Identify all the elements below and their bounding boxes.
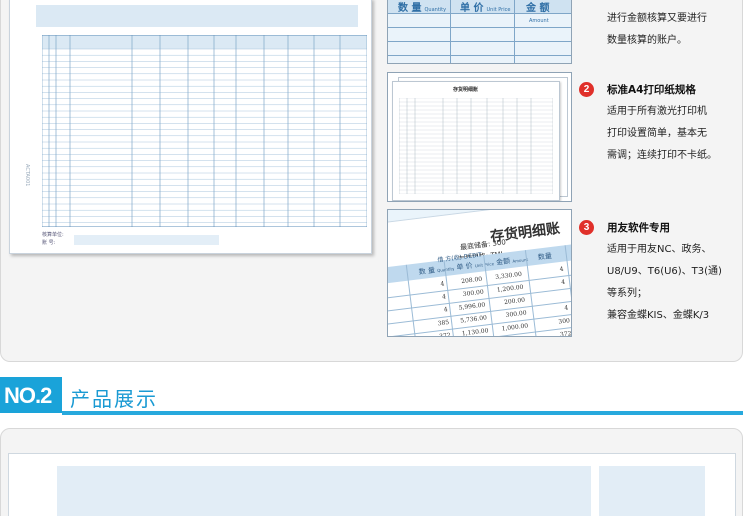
feature-3-number-badge: 3 [579,220,594,235]
form-side-label: ACTA001 [24,164,30,187]
section-2-header: NO.2 产品展示 [0,375,743,419]
ledger-cell-bal: 300 [558,317,571,326]
form-table [42,35,367,227]
row-divider [388,27,571,28]
ledger-cell-amount: 3,330.00 [494,270,523,281]
qty2-label: 数量 [537,252,553,262]
ledger-cell-qty: 385 [437,319,450,328]
product-sheet-block [599,466,705,516]
feature-panel: ACTA001 核算单位: 账 号: 数 量 Quantity 单 价 Unit P… [0,0,743,362]
ledger-cell-price: 208.00 [460,275,483,286]
grid-header-band [42,35,367,49]
a4-paper-thumbnail: 存货明细账 [387,72,572,202]
form-grid [42,35,367,227]
paper-sheet-front: 存货明细账 [392,81,560,201]
feature-2-line: 需调；连续打印不卡纸。 [607,150,717,161]
row-divider [388,55,571,56]
product-sheet-image [8,453,736,516]
ledger-cell-price: 5,996.00 [458,301,486,312]
feature-3-line: U8/U9、T6(U6)、T3(通) [607,266,722,277]
form-footer-bar [74,235,219,245]
section-number: NO.2 [4,383,52,408]
feature-3-line: 兼容金蝶KIS、金蝶K/3 [607,310,710,321]
col-quantity: 数 量 Quantity [398,3,447,14]
ledger-cell-qty: 4 [440,280,445,288]
feature-1-line: 三个专栏。适用于既要 [607,0,707,8]
columns-thumbnail: 数 量 Quantity 单 价 Unit Price 金 额Amount [387,0,572,64]
feature-1-line: 进行金额核算又要进行 [607,13,707,24]
ledger-cell-bal: 4 [559,265,564,274]
ledger-cell-amount: 1,200.00 [496,283,524,294]
product-showcase-panel [0,428,743,516]
columns-header: 数 量 Quantity 单 价 Unit Price 金 额Amount [388,0,571,24]
feature-3-title: 用友软件专用 [607,222,670,234]
ledger-cell-qty: 4 [443,306,448,314]
ledger-form-image: ACTA001 核算单位: 账 号: [9,0,372,254]
ledger-cell-bal: 4 [564,304,569,312]
ledger-cell-bal: 4 [560,278,566,286]
feature-2-line: 打印设置简单，基本无 [607,128,707,139]
section-title: 产品展示 [70,387,158,411]
feature-2-number-badge: 2 [579,82,594,97]
product-sheet-block [57,466,591,516]
paper-title: 存货明细账 [453,87,479,93]
feature-1-line: 数量核算的账户。 [607,35,687,46]
row-divider [388,41,571,42]
ledger-cell-qty: 4 [441,293,447,301]
form-header-block [36,5,358,27]
form-footer-name: 账 号: [42,240,56,246]
feature-2-line: 适用于所有激光打印机 [607,106,707,117]
ledger-cell-amount: 300.00 [505,309,527,320]
feature-3-line: 适用于用友NC、政务、 [607,244,712,255]
form-footer: 核算单位: 账 号: [42,231,64,247]
section-number-box: NO.2 [0,377,62,413]
paper-grid [399,98,553,194]
ledger-cell-amount: 200.00 [503,296,526,307]
col-price: 单 价 Unit Price [460,3,511,14]
ledger-cell-amount: 1,000.00 [501,322,529,333]
section-underline [62,411,743,415]
ledger-cell-price: 5,736.00 [459,314,488,325]
feature-2-title: 标准A4打印纸规格 [607,84,696,96]
inventory-ledger-thumbnail: 存货明细账 最底储备: 300 存货规格: TMI 借 方(收) DEBIT 数… [387,209,572,337]
row-divider [388,13,571,14]
form-footer-unit: 核算单位: [42,232,64,238]
ledger-cell-price: 300.00 [462,288,485,299]
ledger-cell-price: 1,130.00 [461,327,489,337]
feature-3-line: 等系列； [607,288,647,299]
ledger-row-line [392,336,572,337]
